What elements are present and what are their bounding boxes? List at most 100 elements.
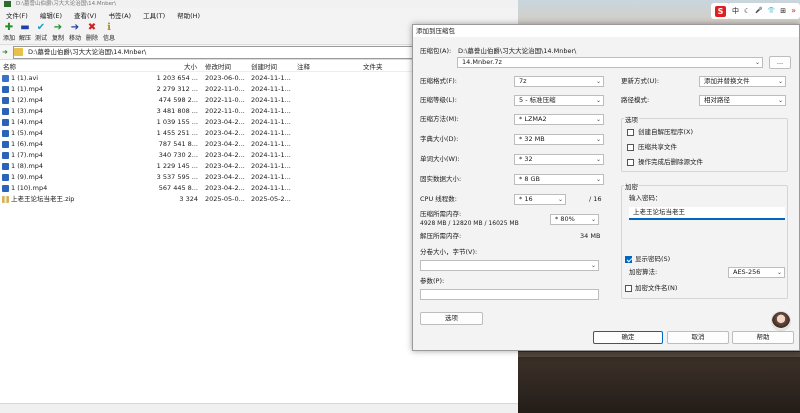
file-modified: 2023-04-2... bbox=[205, 118, 245, 126]
file-size: 3 481 808 ... bbox=[156, 107, 198, 115]
ok-button[interactable]: 确定 bbox=[593, 331, 663, 344]
format-select[interactable]: 7z ⌄ bbox=[514, 76, 604, 87]
encrypt-names-label: 加密文件名(N) bbox=[635, 284, 678, 292]
up-folder-icon[interactable]: ➜ bbox=[2, 48, 8, 56]
encrypt-names-checkbox[interactable] bbox=[625, 285, 632, 292]
file-name: 1 (2).mp4 bbox=[11, 96, 44, 104]
file-created: 2024-11-1... bbox=[251, 118, 291, 126]
avatar[interactable] bbox=[771, 311, 791, 331]
archive-name-combo[interactable]: 14.Mnber.7z ⌄ bbox=[457, 57, 763, 68]
video-file-icon bbox=[2, 130, 9, 137]
chevron-down-icon: ⌄ bbox=[776, 269, 782, 276]
menu-bookmarks[interactable]: 书签(A) bbox=[109, 10, 132, 20]
decompress-memory-value: 34 MB bbox=[580, 232, 601, 240]
archive-dir: D:\墓誊山伯爵\习大大论治国\14.Mnber\ bbox=[458, 47, 577, 55]
col-comment[interactable]: 注释 bbox=[297, 62, 310, 72]
enc-method-select[interactable]: AES-256 ⌄ bbox=[728, 267, 785, 278]
col-modified[interactable]: 修改时间 bbox=[205, 62, 231, 72]
params-input[interactable] bbox=[420, 289, 599, 300]
solid-select[interactable]: * 8 GB ⌄ bbox=[514, 174, 604, 185]
delete-button[interactable]: ✖ 删除 bbox=[83, 22, 101, 44]
sogou-logo-icon[interactable]: S bbox=[715, 5, 726, 17]
file-size: 1 039 155 ... bbox=[156, 118, 198, 126]
cancel-button[interactable]: 取消 bbox=[667, 331, 729, 344]
file-created: 2024-11-1... bbox=[251, 107, 291, 115]
method-label: 压缩方法(M): bbox=[420, 115, 459, 123]
method-select[interactable]: * LZMA2 ⌄ bbox=[514, 114, 604, 125]
memory-detail: 4928 MB / 12820 MB / 16025 MB bbox=[420, 220, 519, 227]
window-title: D:\墓誊山伯爵\习大大论治国\14.Mnber\ bbox=[0, 0, 518, 8]
sfx-checkbox[interactable] bbox=[627, 129, 634, 136]
update-select[interactable]: 添加并替换文件 ⌄ bbox=[699, 76, 786, 87]
col-created[interactable]: 创建时间 bbox=[251, 62, 277, 72]
pathmode-select[interactable]: 相对路径 ⌄ bbox=[699, 95, 786, 106]
chevron-down-icon: ⌄ bbox=[595, 136, 601, 143]
col-size[interactable]: 大小 bbox=[184, 62, 197, 72]
pathmode-label: 路径模式: bbox=[621, 96, 650, 104]
file-name: 1 (1).avi bbox=[11, 74, 39, 82]
delete-after-checkbox[interactable] bbox=[627, 159, 634, 166]
video-file-icon bbox=[2, 185, 9, 192]
ime-tools[interactable]: 中 ☾ 🎤 👕 ⊞ » bbox=[728, 3, 800, 19]
menu-tools[interactable]: 工具(T) bbox=[143, 10, 165, 20]
dict-label: 字典大小(D): bbox=[420, 135, 459, 143]
chevron-down-icon: ⌄ bbox=[595, 116, 601, 123]
file-name: 1 (3).mp4 bbox=[11, 107, 44, 115]
show-password-checkbox[interactable] bbox=[625, 256, 632, 263]
options-group: 选项 创建自解压程序(X) 压缩共享文件 操作完成后删除源文件 bbox=[621, 114, 788, 172]
menu-file[interactable]: 文件(F) bbox=[6, 10, 28, 20]
dict-select[interactable]: * 32 MB ⌄ bbox=[514, 134, 604, 145]
file-created: 2025-05-2... bbox=[251, 195, 291, 203]
col-name[interactable]: 名称 bbox=[3, 62, 16, 72]
options-button[interactable]: 选项 bbox=[420, 312, 483, 325]
menu-help[interactable]: 帮助(H) bbox=[177, 10, 200, 20]
shared-label: 压缩共享文件 bbox=[638, 143, 677, 151]
folder-icon bbox=[14, 48, 23, 56]
file-modified: 2023-04-2... bbox=[205, 162, 245, 170]
add-to-archive-dialog: 添加到压缩包 压缩包(A): D:\墓誊山伯爵\习大大论治国\14.Mnber\… bbox=[412, 24, 800, 351]
delete-after-label: 操作完成后删除源文件 bbox=[638, 158, 703, 166]
copy-button[interactable]: ➔ 复制 bbox=[49, 22, 67, 44]
browse-button[interactable]: ... bbox=[769, 56, 791, 69]
mic-icon[interactable]: 🎤 bbox=[755, 3, 762, 19]
menu-edit[interactable]: 编辑(E) bbox=[40, 10, 62, 20]
menu-bar: 文件(F) 编辑(E) 查看(V) 书签(A) 工具(T) 帮助(H) bbox=[0, 8, 518, 21]
word-select[interactable]: * 32 ⌄ bbox=[514, 154, 604, 165]
toolbox-icon[interactable]: ⊞ bbox=[780, 3, 786, 19]
chevron-down-icon: ⌄ bbox=[777, 97, 783, 104]
more-icon[interactable]: » bbox=[791, 3, 796, 19]
moon-icon[interactable]: ☾ bbox=[744, 3, 750, 19]
chevron-down-icon: ⌄ bbox=[595, 176, 601, 183]
password-label: 输入密码： bbox=[629, 194, 662, 202]
col-folder[interactable]: 文件夹 bbox=[363, 62, 383, 72]
file-name: 1 (6).mp4 bbox=[11, 140, 44, 148]
memory-percent-select[interactable]: * 80% ⌄ bbox=[550, 214, 599, 225]
enc-method-label: 加密算法: bbox=[629, 268, 658, 276]
threads-select[interactable]: * 16 ⌄ bbox=[514, 194, 566, 205]
params-label: 参数(P): bbox=[420, 277, 445, 285]
level-select[interactable]: 5 - 标准压缩 ⌄ bbox=[514, 95, 604, 106]
decompress-memory-label: 解压所需内存: bbox=[420, 232, 462, 240]
info-button[interactable]: ℹ 信息 bbox=[100, 22, 118, 44]
file-size: 787 541 8... bbox=[158, 140, 198, 148]
info-icon: ℹ bbox=[107, 22, 111, 33]
chevron-down-icon: ⌄ bbox=[777, 78, 783, 85]
sfx-label: 创建自解压程序(X) bbox=[638, 128, 694, 136]
test-button[interactable]: ✔ 测试 bbox=[32, 22, 50, 44]
file-name: 1 (8).mp4 bbox=[11, 162, 44, 170]
help-button[interactable]: 帮助 bbox=[732, 331, 794, 344]
password-input[interactable]: 上老王论坛当老王 bbox=[629, 207, 785, 220]
split-label: 分卷大小，字节(V): bbox=[420, 248, 478, 256]
word-label: 单词大小(W): bbox=[420, 155, 460, 163]
file-name: 1 (9).mp4 bbox=[11, 173, 44, 181]
skin-icon[interactable]: 👕 bbox=[768, 3, 775, 19]
move-button[interactable]: ➔ 移动 bbox=[66, 22, 84, 44]
video-file-icon bbox=[2, 75, 9, 82]
video-file-icon bbox=[2, 163, 9, 170]
menu-view[interactable]: 查看(V) bbox=[74, 10, 97, 20]
shared-checkbox[interactable] bbox=[627, 144, 634, 151]
file-name: 1 (1).mp4 bbox=[11, 85, 44, 93]
check-icon: ✔ bbox=[36, 22, 46, 33]
ime-lang-icon[interactable]: 中 bbox=[732, 3, 739, 19]
split-select[interactable]: ⌄ bbox=[420, 260, 599, 271]
